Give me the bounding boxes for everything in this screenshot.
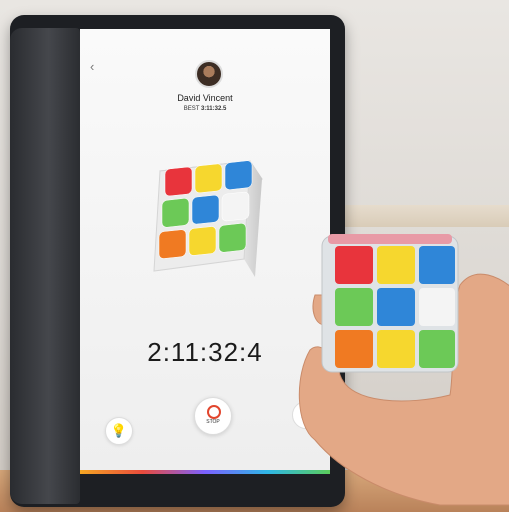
stop-button[interactable]: STOP (194, 397, 232, 435)
stop-label: STOP (206, 419, 220, 425)
stopwatch-icon (207, 405, 221, 419)
best-label: BEST (183, 106, 200, 112)
background-shelf (330, 205, 509, 227)
best-time: 3:11:32.5 (200, 106, 227, 112)
physical-cube (321, 234, 459, 373)
photo-scene: ‹ David Vincent BEST 3:11:32.5 2:11:32:4… (0, 0, 509, 512)
chevron-left-icon[interactable]: ‹ (90, 59, 94, 74)
virtual-cube-render (153, 160, 263, 277)
avatar (195, 60, 223, 88)
tablet-kickstand-hinge (10, 28, 80, 504)
hint-button[interactable]: 💡 (105, 417, 133, 445)
user-name: David Vincent (177, 93, 233, 103)
lightbulb-icon: 💡 (110, 423, 128, 438)
best-time-row: BEST 3:11:32.5 (80, 106, 330, 112)
